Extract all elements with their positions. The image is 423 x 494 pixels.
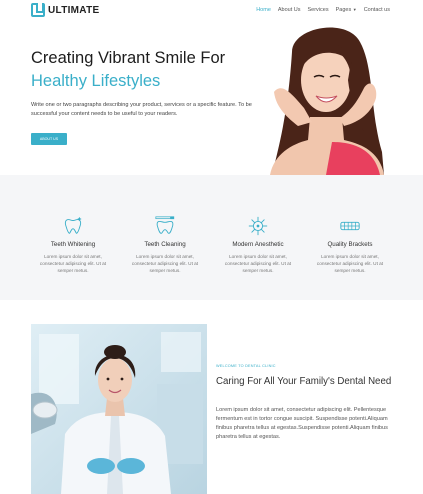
- hero-title: Creating Vibrant Smile For: [31, 49, 226, 67]
- hero-section: Creating Vibrant Smile For Healthy Lifes…: [0, 22, 423, 175]
- about-us-button[interactable]: ABOUT US: [31, 133, 67, 145]
- nav-contact-us[interactable]: Contact us: [364, 7, 390, 13]
- brand-name: ULTIMATE: [48, 4, 100, 16]
- feature-quality-brackets: Quality Brackets Lorem ipsum dolor sit a…: [311, 215, 389, 274]
- feature-teeth-whitening: Teeth Whitening Lorem ipsum dolor sit am…: [34, 215, 112, 274]
- nav-services[interactable]: Services: [308, 7, 329, 13]
- hero-description: Write one or two paragraphs describing y…: [31, 102, 252, 117]
- feature-title: Quality Brackets: [327, 241, 373, 248]
- nav-pages[interactable]: Pages ▼: [336, 7, 357, 13]
- feature-title: Teeth Whitening: [50, 241, 96, 248]
- nav-about-us[interactable]: About Us: [278, 7, 301, 13]
- feature-text: Lorem ipsum dolor sit amet, consectetur …: [131, 254, 199, 274]
- feature-modern-anesthetic: Modern Anesthetic Lorem ipsum dolor sit …: [219, 215, 297, 274]
- feature-text: Lorem ipsum dolor sit amet, consectetur …: [224, 254, 292, 274]
- nav-home[interactable]: Home: [256, 7, 271, 13]
- top-navbar: ULTIMATE Home About Us Services Pages ▼ …: [0, 0, 423, 22]
- caret-down-icon: ▼: [352, 7, 357, 12]
- about-kicker: WELCOME TO DENTAL CLINIC: [216, 364, 276, 368]
- virus-molecule-icon: [248, 216, 268, 236]
- feature-title: Teeth Cleaning: [144, 241, 186, 248]
- tooth-brush-icon: [155, 216, 175, 234]
- feature-text: Lorem ipsum dolor sit amet, consectetur …: [39, 254, 107, 274]
- dental-brackets-icon: [340, 221, 360, 231]
- dentist-photo: [31, 324, 207, 494]
- about-section: WELCOME TO DENTAL CLINIC Caring For All …: [0, 300, 423, 494]
- smiling-woman-photo: [252, 22, 394, 175]
- feature-title: Modern Anesthetic: [232, 241, 284, 248]
- about-description: Lorem ipsum dolor sit amet, consectetur …: [216, 407, 388, 440]
- about-title: Caring For All Your Family's Dental Need: [216, 376, 392, 387]
- logo[interactable]: ULTIMATE: [31, 3, 99, 17]
- feature-text: Lorem ipsum dolor sit amet, consectetur …: [316, 254, 384, 274]
- features-section: Teeth Whitening Lorem ipsum dolor sit am…: [0, 175, 423, 300]
- main-menu: Home About Us Services Pages ▼ Contact u…: [256, 7, 390, 13]
- tooth-sparkle-icon: [64, 216, 82, 234]
- u-logo-icon: [31, 3, 45, 17]
- nav-pages-label: Pages: [335, 7, 352, 13]
- feature-teeth-cleaning: Teeth Cleaning Lorem ipsum dolor sit ame…: [126, 215, 204, 274]
- hero-subtitle: Healthy Lifestyles: [31, 72, 161, 90]
